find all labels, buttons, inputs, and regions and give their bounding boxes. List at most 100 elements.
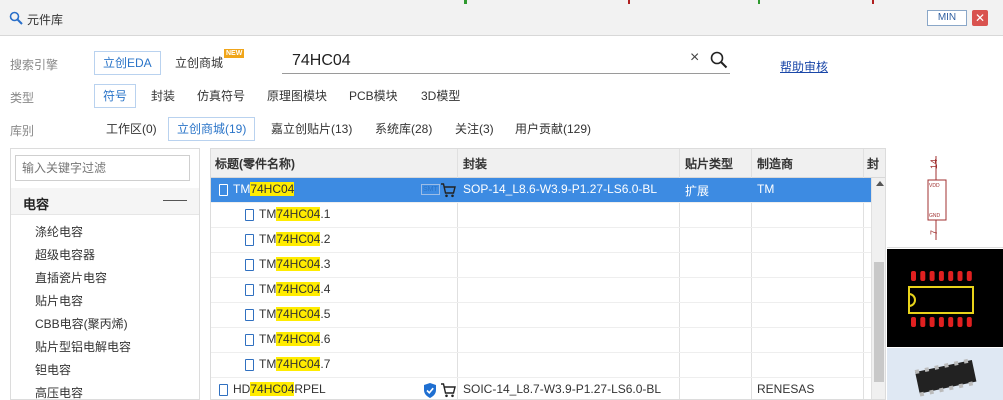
search-engine-label: 搜索引擎 [10,58,59,72]
lib-tab-system[interactable]: 系统库(28) [366,117,441,141]
table-header: 标题(零件名称) 封装 贴片类型 制造商 封 [211,149,885,178]
part-title: TM74HC04 [233,182,295,196]
category-header[interactable]: 电容 [11,188,199,215]
table-row[interactable]: TM74HC04.6 [211,328,871,353]
col-smt-type-header[interactable]: 贴片类型 [685,155,733,172]
category-title: 电容 [23,197,50,212]
col-extra-header[interactable]: 封 [867,155,879,172]
category-item[interactable]: CBB电容(聚丙烯) [35,315,128,332]
table-row[interactable]: HD74HC04RPEL SOIC-14_L8.7-W3.9-P1.27-LS6.… [211,378,871,399]
part-title: TM74HC04.2 [259,232,330,246]
search-box: × [282,48,730,74]
table-row[interactable]: TM74HC04.7 [211,353,871,378]
part-title-highlight: 74HC04 [276,307,321,321]
package-cell: SOIC-14_L8.7-W3.9-P1.27-LS6.0-BL [463,382,662,396]
component-chip-icon [219,384,228,396]
type-tab-sim-symbol[interactable]: 仿真符号 [188,84,254,108]
category-item[interactable]: 贴片型铝电解电容 [35,338,131,355]
part-title-highlight: 74HC04 [276,232,321,246]
category-item[interactable]: 涤纶电容 [35,223,83,240]
category-item[interactable]: 高压电容 [35,384,83,400]
cart-icon[interactable] [440,382,456,398]
part-title-prefix: TM [259,232,277,246]
part-title: TM74HC04.7 [259,357,330,371]
table-row[interactable]: TM74HC04.2 [211,228,871,253]
part-title-prefix: HD [233,382,251,396]
footprint-pad [938,317,944,327]
lib-tab-follow[interactable]: 关注(3) [446,117,503,141]
footprint-pad [911,317,916,327]
part-title: TM74HC04.1 [259,207,330,221]
collapse-icon[interactable] [163,200,187,201]
symbol-preview[interactable]: 14 7 VDD GND [887,148,1003,248]
part-title-suffix: RPEL [294,382,326,396]
part-title-suffix: .3 [320,257,331,271]
preview-panel: 14 7 VDD GND [887,148,1003,400]
clear-icon[interactable]: × [690,49,699,67]
lib-tab-user-contrib[interactable]: 用户贡献(129) [506,117,600,141]
category-item[interactable]: 贴片电容 [35,292,83,309]
category-filter-input[interactable] [15,155,190,181]
canvas-edge-red [628,0,630,4]
product-photo[interactable] [887,348,1003,400]
type-tab-schematic-module[interactable]: 原理图模块 [258,84,336,108]
table-row[interactable]: TM74HC04 SMT SOP-14_L8.6-W3.9-P1.27-LS6.0-… [211,178,871,203]
footprint-pad [966,271,972,281]
search-submit-icon[interactable] [710,51,728,69]
search-input[interactable] [292,50,682,72]
cart-icon[interactable] [440,182,456,198]
lib-tab-workspace[interactable]: 工作区(0) [97,117,166,141]
type-tab-pcb-module[interactable]: PCB模块 [340,84,407,108]
close-button[interactable]: ✕ [972,10,988,26]
category-item[interactable]: 超级电容器 [35,246,95,263]
table-row[interactable]: TM74HC04.4 [211,278,871,303]
vertical-scrollbar[interactable] [871,178,885,399]
part-title-suffix: .2 [320,232,331,246]
component-chip-icon [219,184,228,196]
part-title-highlight: 74HC04 [250,382,295,396]
table-row[interactable]: TM74HC04.5 [211,303,871,328]
component-chip-icon [245,309,254,321]
part-title-highlight: 74HC04 [276,357,321,371]
smt-type-cell: 扩展 [685,184,710,198]
table-row[interactable]: TM74HC04.3 [211,253,871,278]
col-package-header[interactable]: 封装 [463,155,487,172]
category-item[interactable]: 钽电容 [35,361,71,378]
type-tab-3d-model[interactable]: 3D模型 [412,84,469,108]
engine-lceda-tab[interactable]: 立创EDA [94,51,161,75]
type-label: 类型 [10,91,35,105]
maker-cell: TM [757,182,775,196]
table-row[interactable]: TM74HC04.1 [211,203,871,228]
footprint-pad [966,317,972,327]
component-chip-icon [245,259,254,271]
scroll-up-arrow-icon[interactable] [876,181,884,186]
lib-tab-jlc-smt[interactable]: 嘉立创贴片(13) [262,117,361,141]
pin-bottom-label: 7 [929,230,939,235]
lib-tab-lcsc[interactable]: 立创商城(19) [168,117,256,141]
type-tab-symbol[interactable]: 符号 [94,84,137,108]
part-title: HD74HC04RPEL [233,382,326,396]
type-tab-footprint[interactable]: 封装 [142,84,184,108]
footprint-pad [957,317,963,327]
part-title: TM74HC04.4 [259,282,330,296]
component-chip-icon [245,209,254,221]
footprint-pad [948,271,954,281]
part-title-prefix: TM [259,207,277,221]
library-label: 库别 [10,124,35,138]
results-table: 标题(零件名称) 封装 贴片类型 制造商 封 TM74HC04 SMT SOP-14… [210,148,886,400]
part-title: TM74HC04.3 [259,257,330,271]
col-maker-header[interactable]: 制造商 [757,155,793,172]
help-review-link[interactable]: 帮助审核 [780,58,828,75]
col-title-header[interactable]: 标题(零件名称) [215,155,295,172]
footprint-preview[interactable] [887,249,1003,347]
pin-top-label: 14 [929,159,939,169]
scroll-thumb[interactable] [874,262,884,382]
part-title-prefix: TM [259,257,277,271]
part-title-prefix: TM [259,307,277,321]
search-icon [9,11,23,25]
category-item[interactable]: 直插瓷片电容 [35,269,107,286]
minimize-button[interactable]: MIN [927,10,967,26]
component-chip-icon [245,284,254,296]
part-title-prefix: TM [259,357,277,371]
engine-lcsc-tab[interactable]: 立创商城 [166,51,232,75]
